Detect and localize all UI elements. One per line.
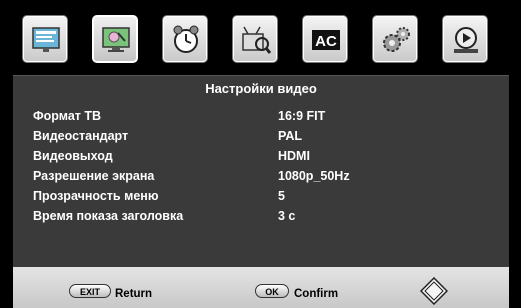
video-settings-panel: Настройки видео Формат ТВ 16:9 FIT Видео… xyxy=(13,75,509,268)
setting-row-banner-time[interactable]: Время показа заголовка 3 с xyxy=(13,209,509,227)
tab-media[interactable] xyxy=(442,15,488,63)
tab-display[interactable] xyxy=(92,15,138,63)
confirm-hint: Confirm xyxy=(294,288,339,300)
tab-timer[interactable] xyxy=(162,15,208,63)
tab-picture[interactable] xyxy=(22,15,68,63)
setting-label: Формат ТВ xyxy=(33,109,102,123)
setting-value[interactable]: 16:9 FIT xyxy=(278,109,325,123)
setting-row-video-standard[interactable]: Видеостандарт PAL xyxy=(13,129,509,147)
exit-key-badge: EXIT xyxy=(69,284,111,298)
setting-row-menu-transparency[interactable]: Прозрачность меню 5 xyxy=(13,189,509,207)
timer-menu-icon xyxy=(173,25,199,53)
svg-text:AC: AC xyxy=(315,33,337,50)
media-menu-icon xyxy=(454,27,478,53)
display-menu-icon xyxy=(102,27,130,52)
ok-key-badge: OK xyxy=(255,284,289,298)
setting-row-video-output[interactable]: Видеовыход HDMI xyxy=(13,149,509,167)
setting-label: Время показа заголовка xyxy=(33,209,184,223)
setting-value[interactable]: 3 с xyxy=(278,209,295,223)
picture-menu-icon xyxy=(32,27,60,52)
return-hint: Return xyxy=(115,288,153,300)
menu-tab-bar: AC xyxy=(0,0,521,75)
tab-system-settings[interactable] xyxy=(372,15,418,63)
channel-search-menu-icon xyxy=(242,26,272,54)
panel-title: Настройки видео xyxy=(205,81,317,96)
setting-label: Видеовыход xyxy=(33,149,113,163)
tab-channel-search[interactable] xyxy=(232,15,278,63)
setting-value[interactable]: 1080p_50Hz xyxy=(278,169,350,183)
subtitle-menu-icon: AC xyxy=(312,30,340,50)
help-footer: EXIT Return OK Confirm xyxy=(13,267,509,308)
setting-label: Прозрачность меню xyxy=(33,189,159,203)
setting-row-resolution[interactable]: Разрешение экрана 1080p_50Hz xyxy=(13,169,509,187)
setting-label: Разрешение экрана xyxy=(33,169,155,183)
setting-row-tv-format[interactable]: Формат ТВ 16:9 FIT xyxy=(13,109,509,127)
setting-value[interactable]: PAL xyxy=(278,129,302,143)
system-settings-menu-icon xyxy=(383,27,410,52)
dpad-navigation-icon xyxy=(420,277,448,305)
tab-subtitle[interactable]: AC xyxy=(302,15,348,63)
setting-value[interactable]: HDMI xyxy=(278,149,310,163)
setting-label: Видеостандарт xyxy=(33,129,129,143)
setting-value[interactable]: 5 xyxy=(278,189,285,203)
